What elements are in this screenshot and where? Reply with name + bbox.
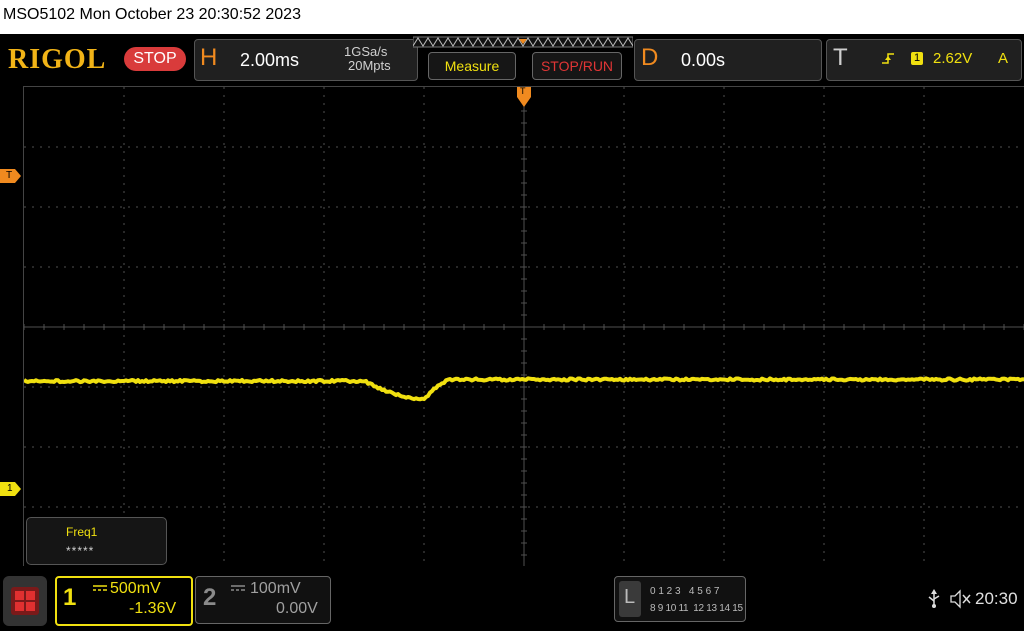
logic-analyzer-panel[interactable]: L 0 1 2 3 4 5 6 7 8 9 10 11 12 13 14 15 bbox=[614, 576, 746, 622]
channel1-number: 1 bbox=[63, 584, 76, 612]
trigger-edge-icon bbox=[881, 52, 895, 66]
channel2-scale: 100mV bbox=[250, 580, 301, 598]
menu-grid-icon bbox=[3, 576, 47, 626]
trigger-mode: A bbox=[998, 50, 1008, 67]
trigger-source-badge: 1 bbox=[911, 52, 923, 65]
run-state-badge[interactable]: STOP bbox=[124, 47, 186, 71]
clock: 20:30 bbox=[975, 589, 1018, 609]
usb-icon bbox=[927, 589, 941, 609]
trigger-position-label: T bbox=[520, 86, 526, 96]
horizontal-letter: H bbox=[200, 44, 217, 72]
trigger-letter: T bbox=[833, 44, 848, 72]
memory-position-strip bbox=[413, 36, 633, 48]
channel1-offset-label: 1 bbox=[7, 483, 13, 494]
timebase-value: 2.00ms bbox=[240, 50, 299, 71]
logic-channels-row1: 0 1 2 3 4 5 6 7 bbox=[650, 586, 720, 597]
logic-letter: L bbox=[624, 586, 635, 609]
channel1-offset: -1.36V bbox=[129, 600, 176, 618]
channel1-trace bbox=[24, 87, 1024, 567]
speaker-muted-icon[interactable] bbox=[950, 589, 972, 609]
logic-channels-row2: 8 9 10 11 12 13 14 15 bbox=[650, 603, 743, 614]
dc-coupling-icon bbox=[231, 585, 245, 593]
measurement-box[interactable]: Freq1 ***** bbox=[26, 517, 167, 565]
rigol-logo: RIGOL bbox=[8, 44, 106, 76]
channel2-offset: 0.00V bbox=[276, 600, 318, 618]
stop-run-button[interactable]: STOP/RUN bbox=[532, 52, 622, 80]
memory-depth: 20Mpts bbox=[348, 58, 391, 73]
measurement-value: ***** bbox=[66, 544, 94, 558]
trigger-level-label: T bbox=[6, 170, 12, 181]
delay-panel[interactable] bbox=[634, 39, 822, 81]
measurement-label: Freq1 bbox=[66, 525, 97, 539]
channel2-number: 2 bbox=[203, 584, 216, 612]
sample-rate: 1GSa/s bbox=[344, 44, 387, 59]
measure-button[interactable]: Measure bbox=[428, 52, 516, 80]
dc-coupling-icon bbox=[93, 585, 107, 593]
trigger-panel[interactable] bbox=[826, 39, 1022, 81]
channel1-scale: 500mV bbox=[110, 580, 161, 598]
status-bar: MSO5102 Mon October 23 20:30:52 2023 bbox=[0, 0, 1024, 34]
menu-button[interactable] bbox=[3, 576, 47, 626]
trigger-level: 2.62V bbox=[933, 50, 972, 67]
status-text: MSO5102 Mon October 23 20:30:52 2023 bbox=[3, 6, 301, 24]
delay-value: 0.00s bbox=[681, 50, 725, 71]
delay-letter: D bbox=[641, 44, 658, 72]
waveform-display[interactable] bbox=[23, 86, 1024, 568]
